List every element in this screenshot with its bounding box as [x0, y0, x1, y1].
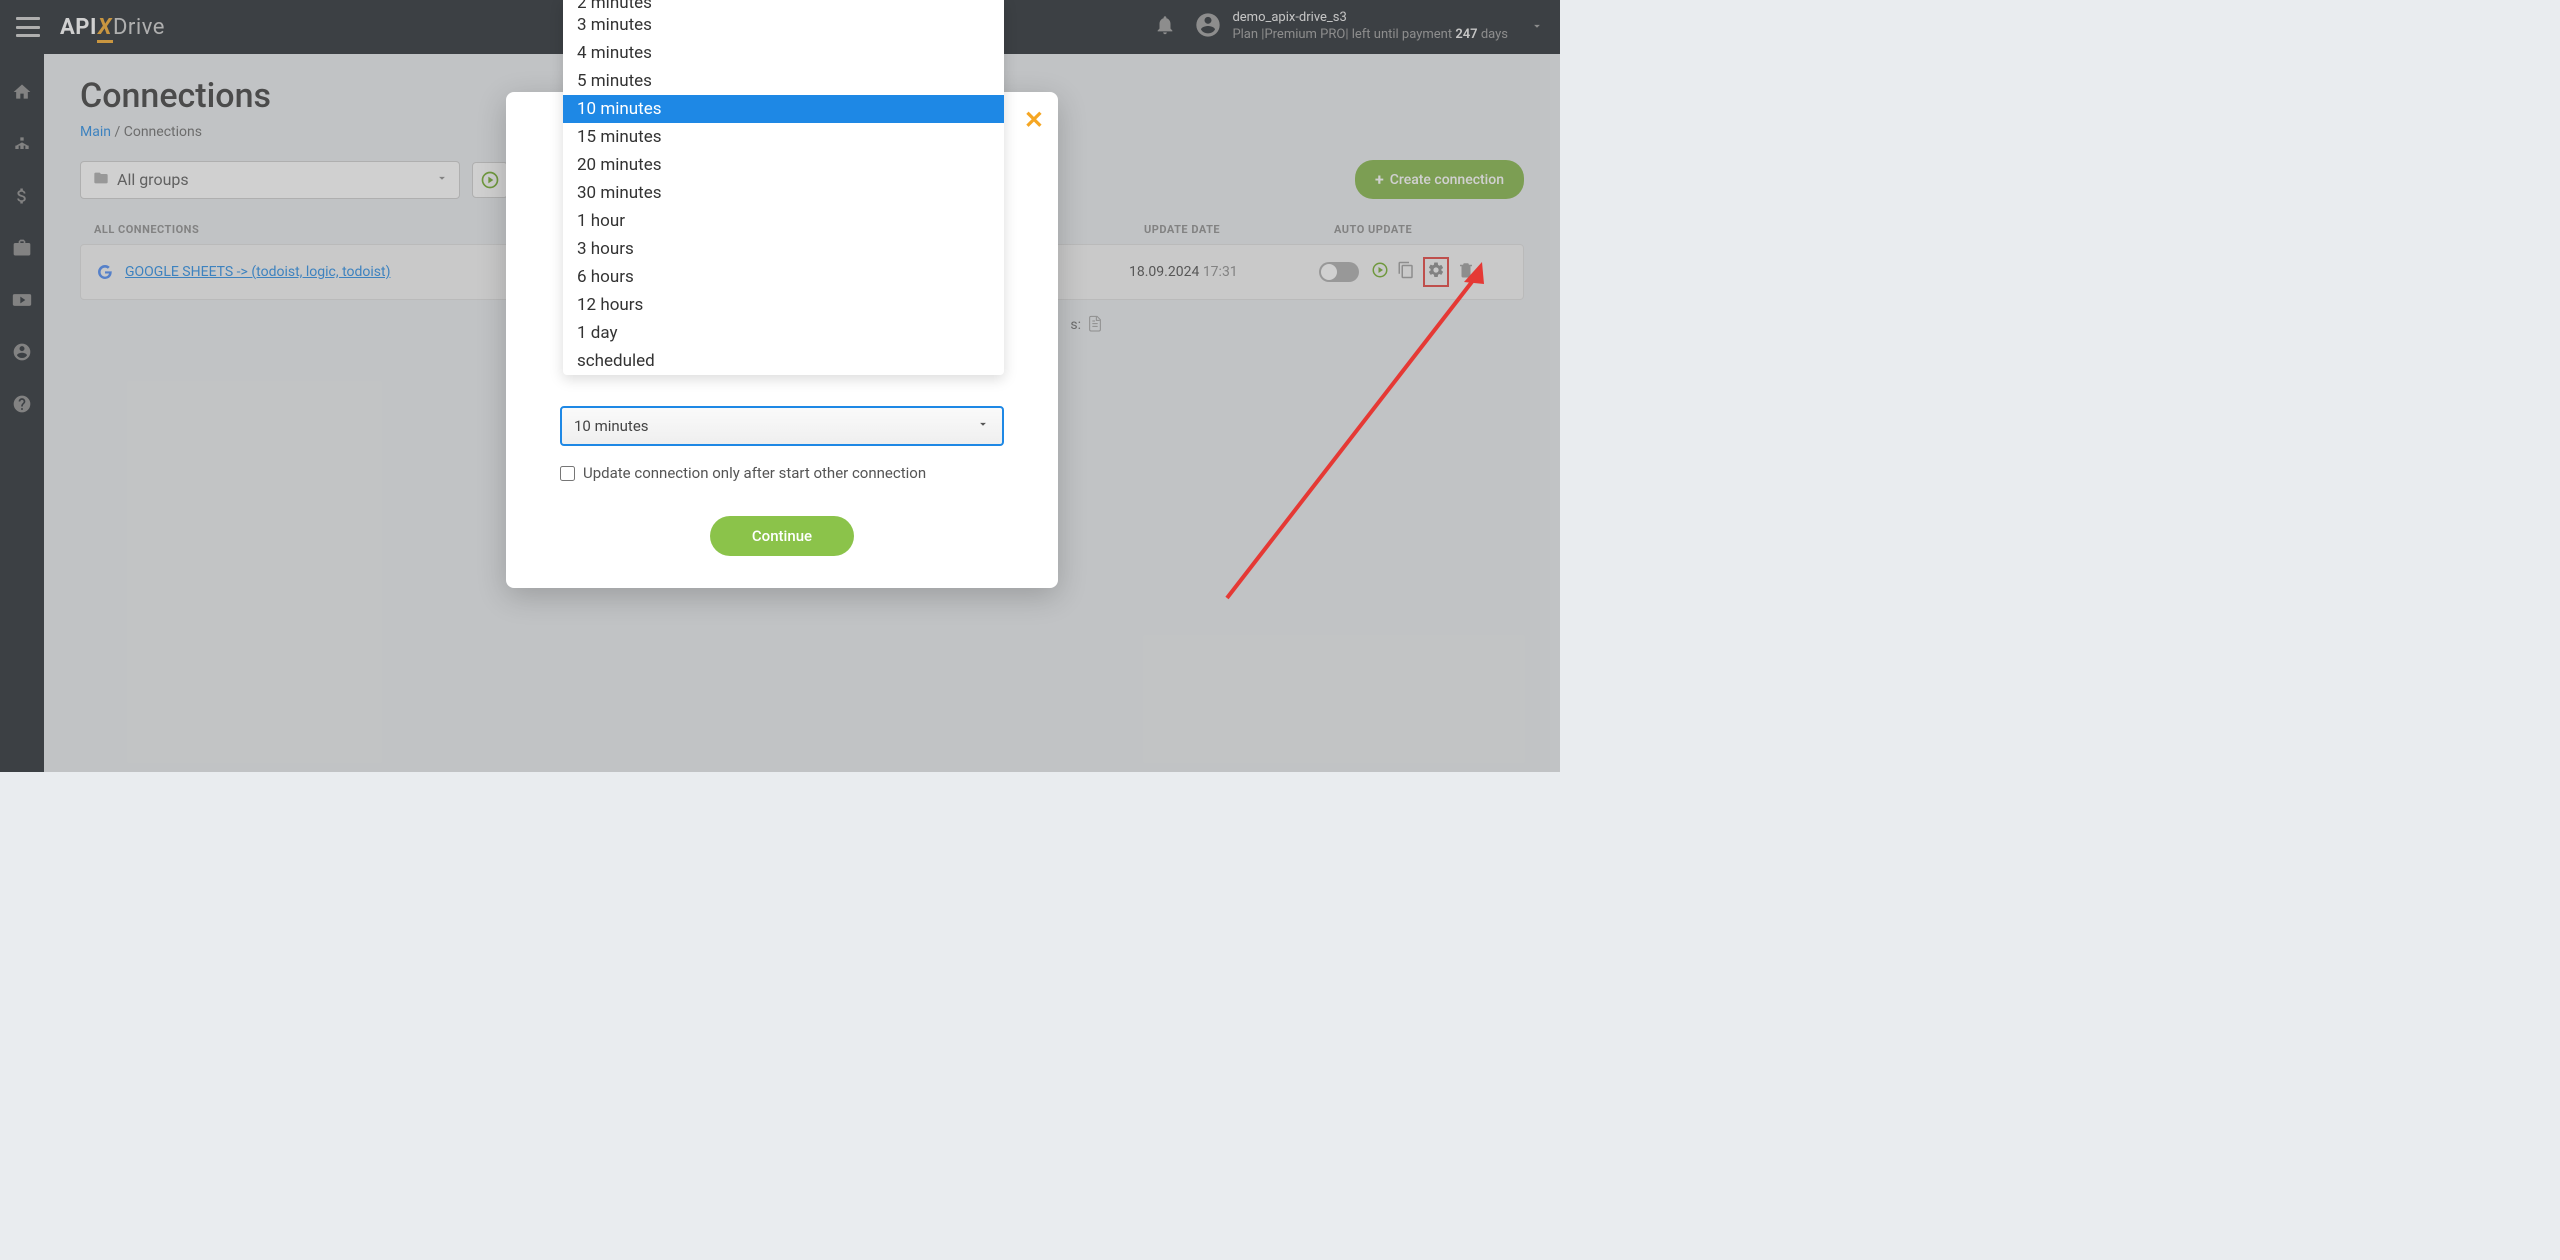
- checkbox-label: Update connection only after start other…: [583, 464, 926, 482]
- dropdown-option[interactable]: 30 minutes: [563, 179, 1004, 207]
- checkbox-row[interactable]: Update connection only after start other…: [560, 464, 1004, 482]
- dropdown-option[interactable]: 10 minutes: [563, 95, 1004, 123]
- dropdown-option[interactable]: 3 minutes: [563, 11, 1004, 39]
- dropdown-option[interactable]: 6 hours: [563, 263, 1004, 291]
- interval-select[interactable]: 10 minutes: [560, 406, 1004, 446]
- continue-button[interactable]: Continue: [710, 516, 854, 556]
- dropdown-option[interactable]: 5 minutes: [563, 67, 1004, 95]
- dropdown-option[interactable]: 2 minutes: [563, 0, 1004, 11]
- interval-dropdown[interactable]: 2 minutes3 minutes4 minutes5 minutes10 m…: [563, 0, 1004, 375]
- dropdown-option[interactable]: 1 hour: [563, 207, 1004, 235]
- dropdown-option[interactable]: 20 minutes: [563, 151, 1004, 179]
- dropdown-option[interactable]: 3 hours: [563, 235, 1004, 263]
- interval-select-value: 10 minutes: [574, 417, 649, 435]
- dropdown-option[interactable]: 15 minutes: [563, 123, 1004, 151]
- dropdown-option[interactable]: 4 minutes: [563, 39, 1004, 67]
- dropdown-option[interactable]: 12 hours: [563, 291, 1004, 319]
- chevron-down-icon: [976, 417, 990, 435]
- only-after-start-checkbox[interactable]: [560, 466, 575, 481]
- dropdown-option[interactable]: scheduled: [563, 347, 1004, 375]
- close-icon[interactable]: ✕: [1024, 106, 1044, 134]
- dropdown-option[interactable]: 1 day: [563, 319, 1004, 347]
